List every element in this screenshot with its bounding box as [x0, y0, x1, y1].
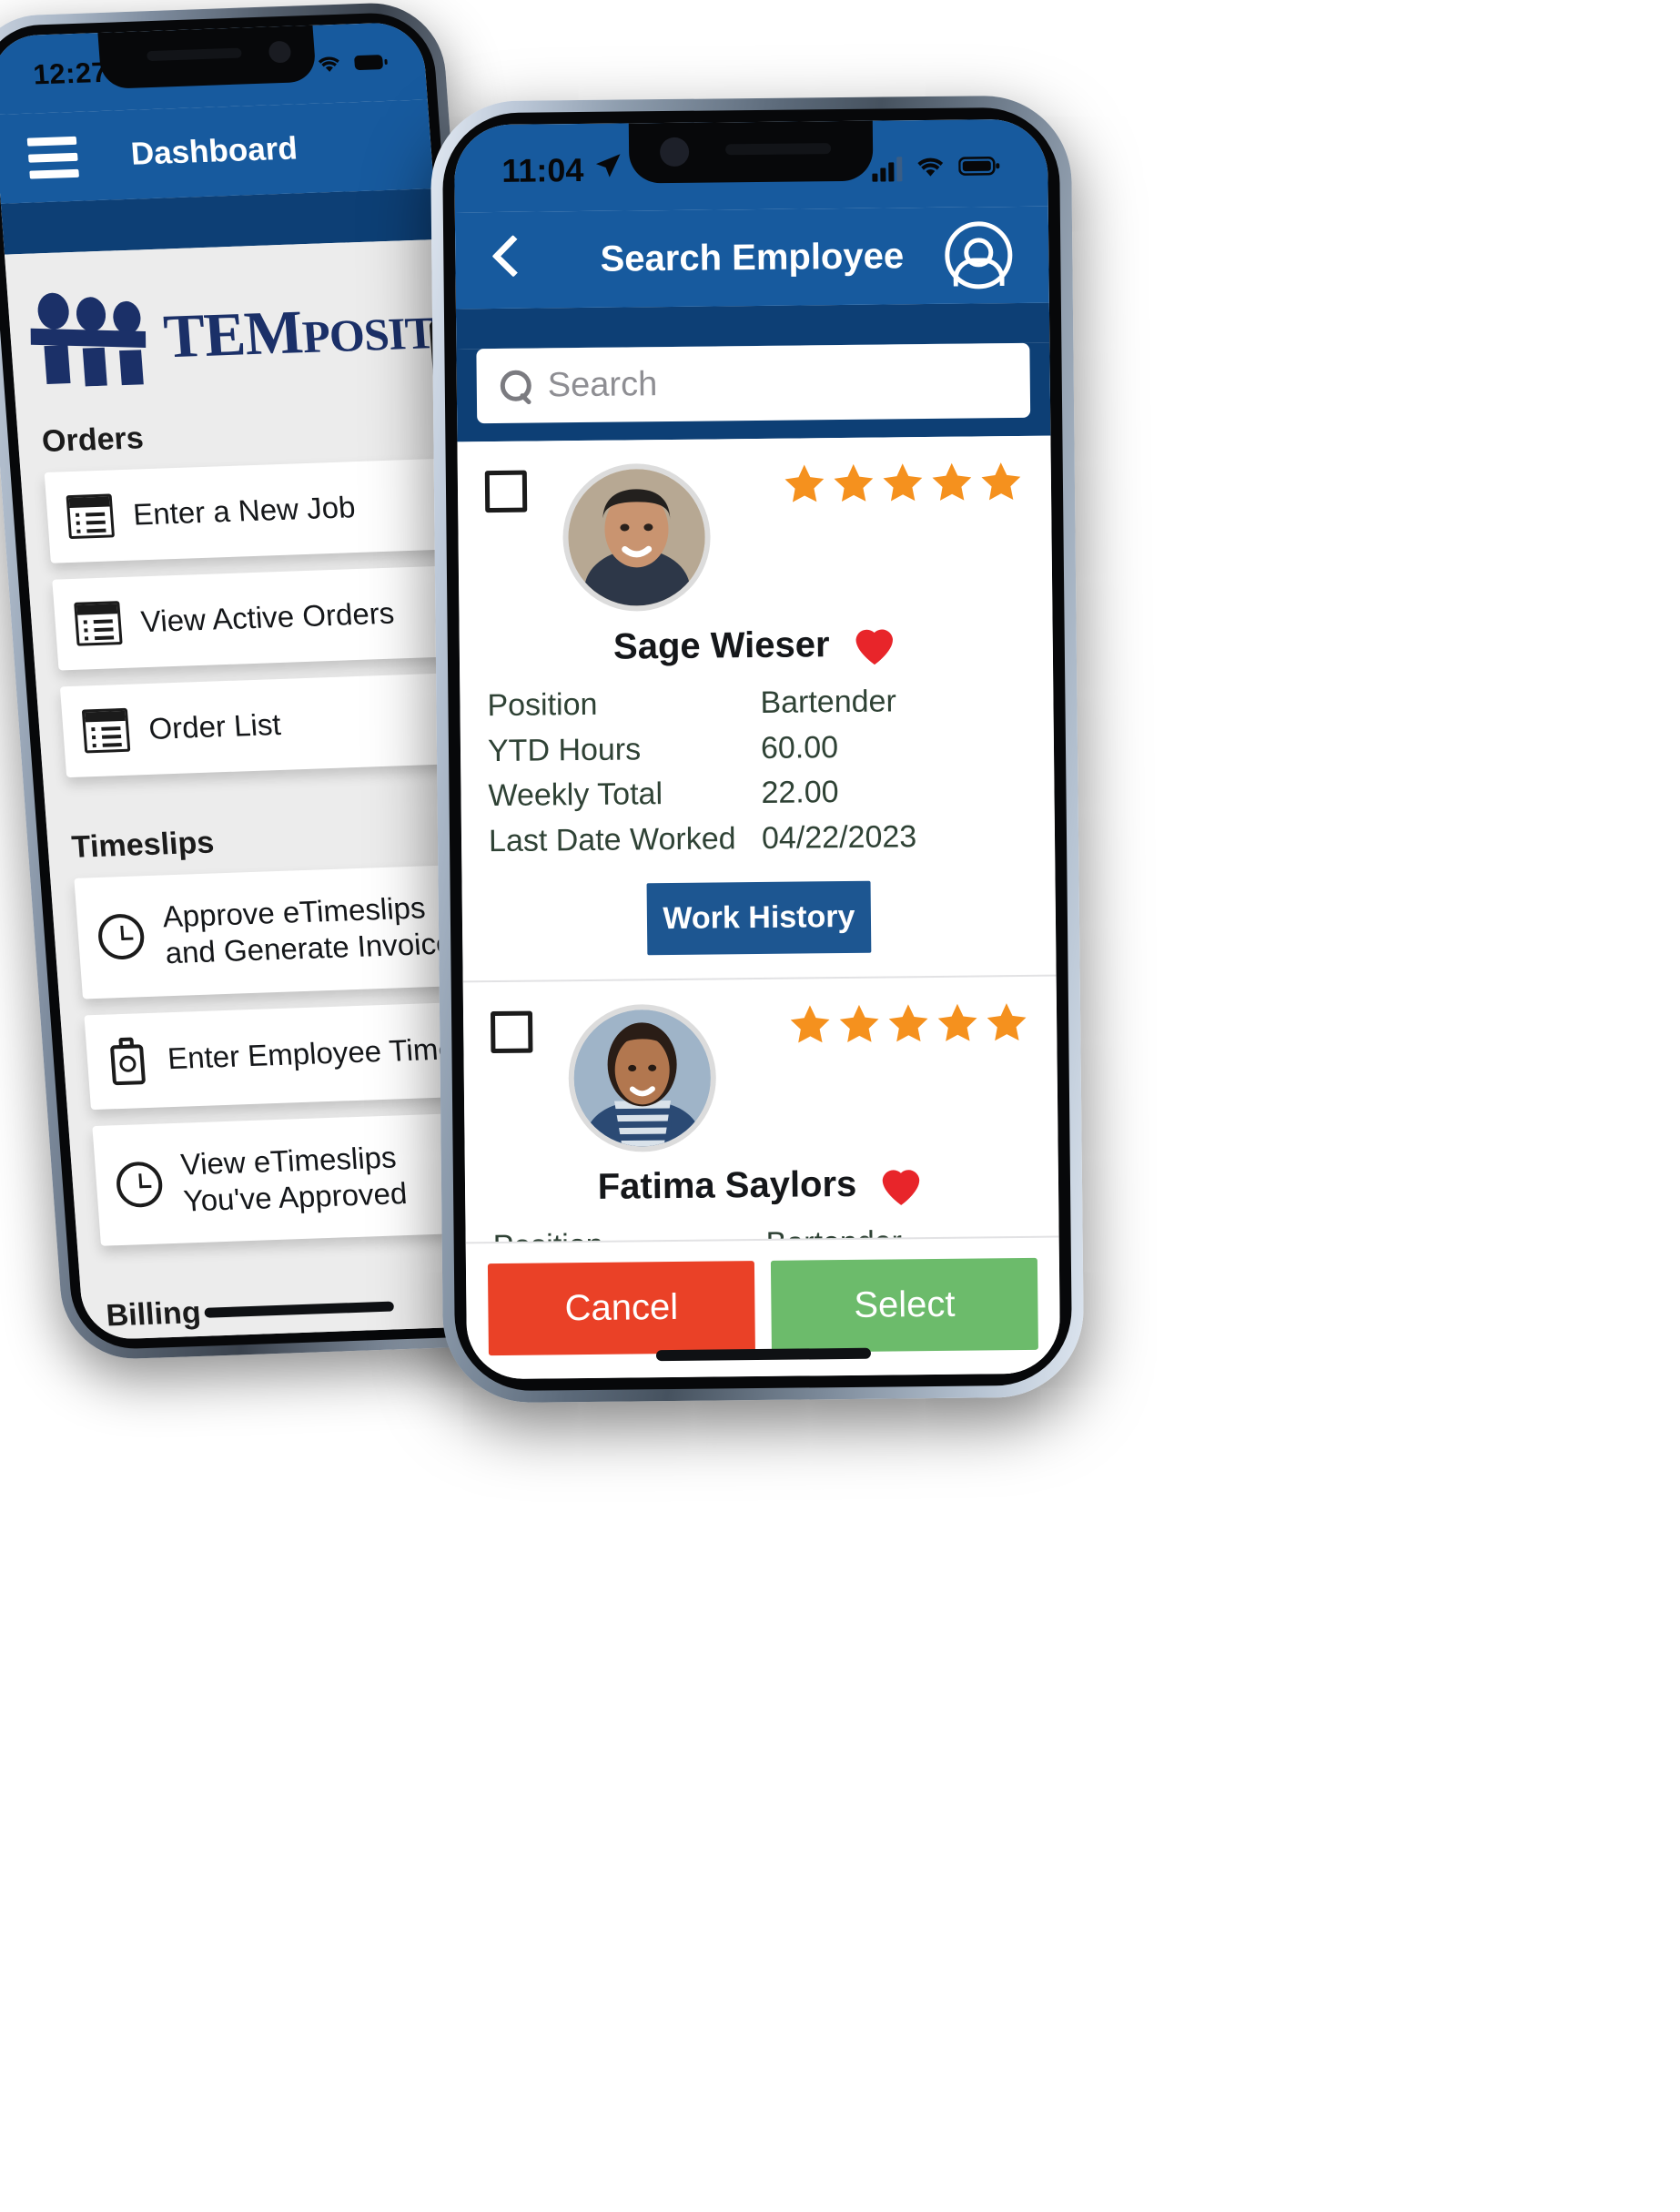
employee-card[interactable]: Sage Wieser Position Bartender YTD Hours…	[457, 435, 1057, 982]
section-heading-timeslips: Timeslips	[70, 825, 216, 865]
location-arrow-icon	[593, 151, 622, 189]
right-phone-screen: 11:04 Search Employee Search Sage Wieser…	[453, 118, 1061, 1380]
right-notch	[628, 120, 874, 184]
menu-label: View Active Orders	[139, 595, 396, 639]
right-nav-bar: Search Employee	[454, 206, 1049, 309]
work-history-button[interactable]: Work History	[646, 880, 872, 955]
star-icon	[886, 1001, 931, 1046]
menu-label: Enter a New Job	[131, 490, 357, 532]
search-icon	[501, 370, 531, 401]
right-status-time: 11:04	[501, 151, 623, 190]
star-icon	[836, 1001, 882, 1046]
right-home-indicator	[655, 1347, 872, 1362]
menu-item-enter-new-job[interactable]: Enter a New Job	[44, 458, 459, 563]
employee-select-checkbox[interactable]	[490, 1010, 533, 1053]
detail-value: 22.00	[761, 775, 839, 811]
employee-name-row: Fatima Saylors	[492, 1160, 1031, 1211]
temposition-logo: TEMPOSITIO	[5, 239, 448, 389]
left-nav-bar: Dashboard	[0, 99, 434, 204]
wifi-icon	[316, 54, 343, 79]
detail-value: 04/22/2023	[761, 819, 917, 856]
battery-icon	[958, 155, 1000, 181]
window-list-icon	[74, 601, 123, 646]
heart-favorite-icon[interactable]	[876, 1162, 926, 1208]
search-placeholder: Search	[547, 364, 658, 404]
right-status-bar: 11:04	[453, 118, 1048, 213]
right-phone-device: 11:04 Search Employee Search Sage Wieser…	[430, 95, 1085, 1404]
section-heading-orders: Orders	[40, 421, 146, 460]
employee-results-list: Sage Wieser Position Bartender YTD Hours…	[457, 435, 1059, 1243]
detail-label: Last Date Worked	[488, 821, 736, 858]
earpiece-speaker	[147, 47, 242, 62]
employee-card[interactable]: Fatima Saylors Position Bartender YTD Ho…	[462, 976, 1059, 1243]
employee-rating-stars	[787, 999, 1029, 1046]
search-input[interactable]: Search	[476, 342, 1031, 424]
star-icon	[880, 461, 926, 505]
battery-icon	[353, 53, 390, 76]
chevron-left-icon[interactable]	[491, 235, 523, 286]
right-sub-bar	[455, 302, 1050, 350]
clock-icon	[96, 913, 147, 961]
detail-value: Bartender	[760, 684, 896, 720]
clock-icon	[115, 1161, 165, 1208]
detail-label: Position	[492, 1221, 766, 1242]
employee-details: Position Bartender YTD Hours 60.00 Weekl…	[487, 678, 1027, 865]
star-icon	[929, 460, 975, 504]
menu-label: Enter Employee Time	[166, 1031, 457, 1076]
star-icon	[831, 462, 876, 506]
employee-name: Sage Wieser	[612, 624, 830, 667]
detail-row-last-date-worked: Last Date Worked 04/22/2023	[489, 814, 1027, 865]
three-people-logo-icon	[27, 289, 155, 388]
front-camera	[268, 40, 292, 64]
employee-name-row: Sage Wieser	[487, 620, 1026, 671]
detail-label: Position	[487, 686, 598, 724]
front-camera	[659, 137, 690, 167]
menu-label: Approve eTimeslips and Generate Invoice	[161, 890, 454, 970]
employee-rating-stars	[782, 460, 1024, 506]
detail-row-weekly-total: Weekly Total 22.00	[488, 768, 1027, 819]
detail-label: YTD Hours	[487, 731, 642, 768]
timecard-icon	[106, 1037, 149, 1085]
hamburger-menu-icon[interactable]	[26, 136, 79, 179]
wifi-icon	[915, 155, 946, 183]
menu-item-approve-etimeslips[interactable]: Approve eTimeslips and Generate Invoice	[74, 864, 491, 999]
logo-word-tem: TEM	[161, 297, 305, 371]
select-button[interactable]: Select	[770, 1257, 1038, 1353]
menu-item-enter-employee-time[interactable]: Enter Employee Time	[84, 1000, 500, 1110]
menu-label: Order List	[147, 706, 282, 746]
employee-avatar	[568, 1002, 717, 1152]
left-status-bar: 12:27	[0, 21, 428, 116]
detail-label: Weekly Total	[488, 776, 663, 814]
employee-select-checkbox[interactable]	[484, 470, 528, 513]
detail-value: 60.00	[760, 729, 839, 766]
star-icon	[978, 460, 1024, 504]
menu-item-view-active-orders[interactable]: View Active Orders	[52, 565, 467, 671]
star-icon	[984, 999, 1029, 1044]
earpiece-speaker	[725, 143, 832, 156]
detail-row-ytd-hours: YTD Hours 60.00	[488, 724, 1027, 775]
right-status-icons	[872, 154, 1000, 183]
left-time-text: 12:27	[32, 56, 109, 91]
left-notch	[97, 25, 317, 89]
window-list-icon	[81, 707, 131, 754]
logo-word-positions: POSITIO	[300, 305, 448, 363]
star-icon	[787, 1002, 833, 1047]
right-time-text: 11:04	[501, 150, 584, 189]
cellular-bars-icon	[872, 157, 903, 182]
star-icon	[935, 1000, 980, 1045]
heart-favorite-icon[interactable]	[849, 621, 899, 667]
detail-row-position: Position Bartender	[487, 678, 1026, 729]
user-circle-icon[interactable]	[944, 221, 1013, 289]
employee-card-top	[484, 460, 1026, 613]
employee-card-top	[490, 999, 1031, 1152]
logo-wordmark: TEMPOSITIO	[161, 294, 448, 371]
star-icon	[782, 462, 827, 506]
employee-name: Fatima Saylors	[597, 1163, 857, 1207]
search-bar-container: Search	[456, 342, 1051, 442]
employee-avatar	[562, 462, 712, 613]
cancel-button[interactable]: Cancel	[487, 1261, 755, 1356]
window-list-icon	[66, 493, 116, 540]
menu-item-order-list[interactable]: Order List	[59, 672, 475, 778]
screenshot-stage: 12:27 Dashboard TEMPOSITIO Orders Enter …	[0, 0, 1680, 2212]
